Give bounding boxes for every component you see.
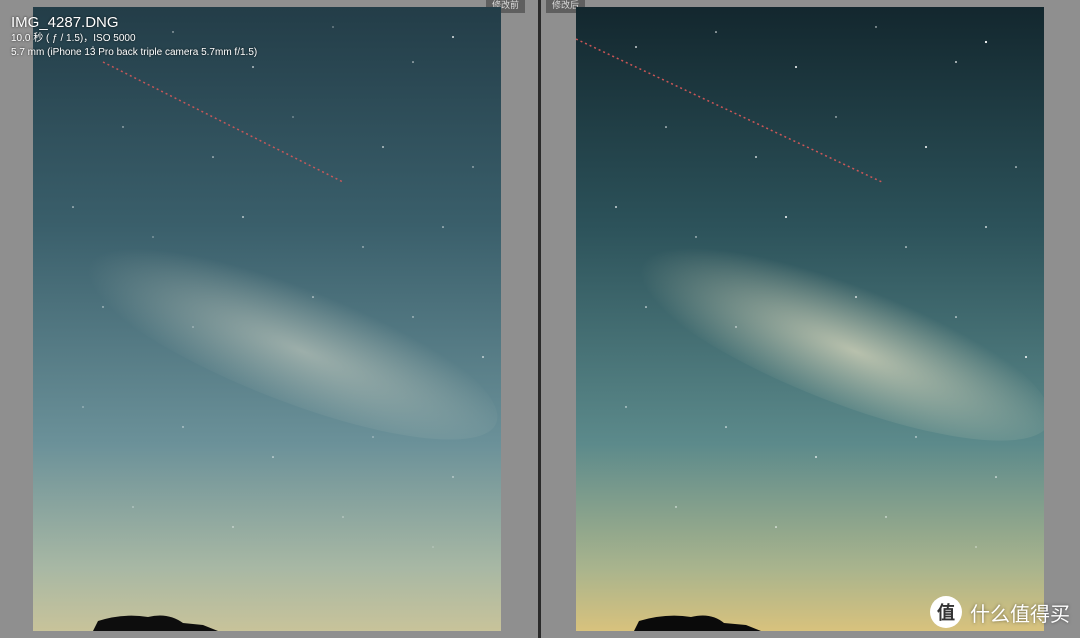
photo-info-overlay: IMG_4287.DNG 10.0 秒 ( ƒ / 1.5)，ISO 5000 …	[11, 13, 257, 60]
filename: IMG_4287.DNG	[11, 14, 119, 31]
camera-info: 5.7 mm (iPhone 13 Pro back triple camera…	[11, 47, 258, 58]
watermark-text: 什么值得买	[970, 601, 1070, 626]
smzdm-logo-icon: 值	[930, 596, 962, 628]
smzdm-watermark: 值 什么值得买	[930, 596, 1070, 628]
night-sky-photo-after	[576, 7, 1044, 631]
photo-after[interactable]	[576, 7, 1044, 631]
before-after-viewer: 修改前 修改后 IMG_4287.DNG 10.0 秒 (ƒ / 1.5)，I…	[0, 0, 1080, 638]
panel-divider[interactable]	[538, 0, 541, 638]
night-sky-photo-before	[33, 7, 501, 631]
exposure-info: 10.0 秒 ( ƒ / 1.5)，ISO 5000	[11, 33, 136, 44]
photo-before[interactable]	[33, 7, 501, 631]
